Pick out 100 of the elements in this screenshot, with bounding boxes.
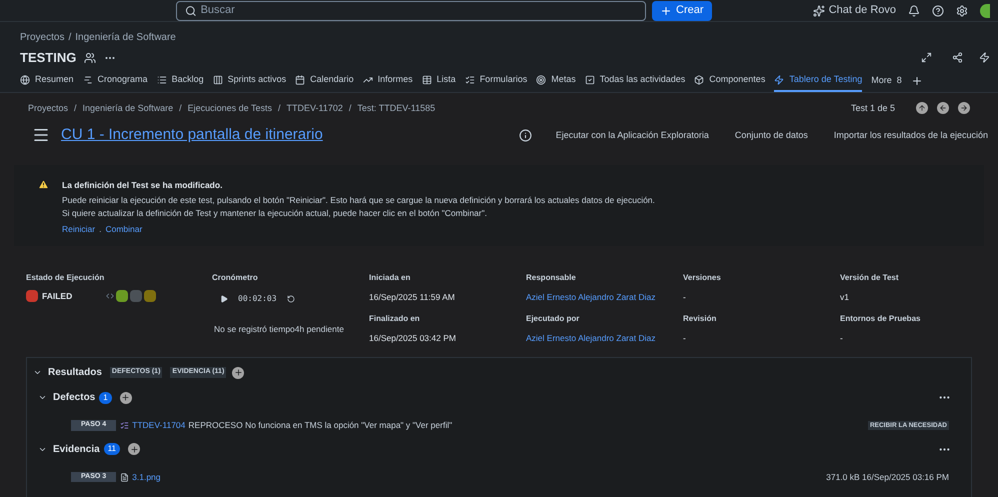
breadcrumb-link[interactable]: Proyectos (20, 30, 64, 45)
lightning-icon[interactable] (979, 52, 990, 64)
section-title: Defectos (53, 391, 96, 405)
share-icon[interactable] (952, 52, 963, 64)
warning-title: La definición del Test se ha modificado. (62, 178, 224, 192)
nav-tab[interactable]: Calendario (295, 70, 354, 92)
form-icon (464, 74, 475, 84)
issue-type-icon (120, 420, 130, 430)
nav-tab[interactable]: Backlog (156, 70, 204, 92)
timeline-icon (82, 74, 93, 84)
status-option[interactable] (116, 290, 128, 302)
timer-note: No se registró tiempo4h pendiente (214, 322, 345, 336)
nav-tab[interactable]: Formularios (464, 70, 528, 92)
status-option[interactable] (144, 290, 156, 302)
warning-text: Si quiere actualizar la definición de Test y mantener la ejecución actual, puede hacer clic en el botón "Combinar". (62, 206, 488, 220)
search-input[interactable]: Buscar (200, 2, 637, 19)
link-separator: . (99, 222, 102, 236)
chevron-icon[interactable] (33, 368, 42, 377)
user-link[interactable]: Aziel Ernesto Alejandro Zarat Diaz (526, 332, 683, 345)
section-title: Evidencia (53, 442, 100, 457)
plus-icon (130, 444, 139, 454)
arrow-icon (960, 104, 968, 112)
add-icon[interactable] (910, 74, 923, 86)
project-title: TESTING (20, 49, 76, 67)
trend-chart-icon (362, 74, 373, 84)
nav-tab[interactable]: Tablero de Testing (774, 70, 862, 92)
previous-button[interactable] (937, 102, 949, 114)
breadcrumb-separator: / (74, 102, 77, 114)
calendar-icon (295, 74, 306, 84)
settings-icon[interactable] (956, 4, 968, 16)
target-icon (536, 74, 546, 84)
code-icon[interactable] (106, 292, 114, 300)
user-link[interactable]: Aziel Ernesto Alejandro Zarat Diaz (526, 290, 683, 304)
field-label: Finalizado en (369, 313, 421, 326)
breadcrumb-link[interactable]: Test: TTDEV-11585 (357, 102, 436, 115)
search-field[interactable]: Buscar (176, 0, 646, 20)
nav-tab[interactable]: Informes (362, 70, 413, 92)
action-button[interactable]: Importar los resultados de la ejecución (834, 128, 988, 142)
status-text: FAILED (42, 290, 72, 302)
rovo-chat-button[interactable]: Chat de Rovo (812, 2, 896, 19)
create-button[interactable]: Crear (652, 0, 712, 20)
breadcrumb-link[interactable]: Ingeniería de Software (82, 102, 174, 115)
restart-link[interactable]: Reiniciar (62, 222, 96, 236)
play-icon[interactable] (220, 294, 228, 302)
people-icon[interactable] (84, 52, 96, 64)
arrow-icon (939, 104, 947, 112)
nav-tab[interactable]: Componentes (694, 70, 766, 92)
count-badge: 11 (104, 443, 120, 456)
breadcrumb-link[interactable]: Ejecuciones de Tests (188, 102, 272, 115)
issue-link[interactable]: TTDEV-11704 (132, 419, 186, 432)
expand-icon[interactable] (921, 52, 932, 64)
field-label: Responsable (526, 272, 577, 284)
action-button[interactable]: Ejecutar con la Aplicación Exploratoria (556, 128, 709, 142)
nav-tab[interactable]: Metas (536, 70, 576, 92)
breadcrumb-separator: / (68, 31, 72, 45)
up-arrow-button[interactable] (916, 102, 928, 114)
warning-icon (38, 178, 49, 190)
info-icon[interactable] (518, 128, 532, 142)
notifications-icon[interactable] (908, 4, 920, 16)
breadcrumb-link[interactable]: TTDEV-11702 (286, 102, 343, 115)
add-button[interactable] (120, 392, 132, 404)
search-icon (185, 4, 197, 16)
action-button[interactable]: Conjunto de datos (734, 128, 808, 142)
field-label: Ejecutado por (526, 313, 580, 326)
test-pager: Test 1 de 5 (850, 102, 895, 114)
combine-link[interactable]: Combinar (105, 222, 142, 236)
add-button[interactable] (128, 443, 140, 456)
nav-tab[interactable]: Lista (422, 70, 456, 92)
next-button[interactable] (958, 102, 970, 114)
more-count: 8 (896, 74, 902, 87)
avatar[interactable] (980, 4, 990, 18)
breadcrumb-link[interactable]: Ingeniería de Software (75, 30, 176, 45)
file-icon (120, 472, 130, 482)
field-label: Entornos de Pruebas (840, 313, 922, 326)
help-icon[interactable] (932, 4, 944, 16)
test-title-link[interactable]: CU 1 - Incremento pantalla de itinerario (61, 124, 323, 146)
more-tab[interactable]: More 8 (871, 74, 902, 88)
field-label: Iniciada en (369, 272, 412, 284)
status-swatch (26, 290, 38, 302)
field-label: Versión de Test (840, 272, 900, 284)
field-label: Versiones (683, 272, 722, 284)
table-icon (422, 74, 432, 84)
arrow-icon (918, 104, 926, 112)
nav-tab[interactable]: Sprints activos (212, 70, 286, 92)
field-value: - (683, 332, 687, 345)
count-badge: 1 (99, 392, 112, 404)
breadcrumb-link[interactable]: Proyectos (28, 102, 68, 115)
box-icon (694, 74, 704, 84)
field-value: v1 (840, 290, 850, 304)
file-link[interactable]: 3.1.png (132, 470, 161, 484)
issue-summary: REPROCESO No funciona en TMS la opción "Ver mapa" y "Ver perfil" (188, 419, 452, 432)
sparkle-icon (812, 4, 825, 16)
add-button[interactable] (232, 366, 244, 378)
nav-tab[interactable]: Cronograma (82, 70, 148, 92)
nav-tab[interactable]: Todas las actividades (584, 70, 686, 92)
chevron-icon[interactable] (38, 393, 47, 402)
reset-icon[interactable] (286, 294, 295, 302)
plus-icon (121, 393, 130, 402)
field-label: Cronómetro (212, 272, 259, 284)
nav-tab[interactable]: Resumen (20, 70, 74, 92)
